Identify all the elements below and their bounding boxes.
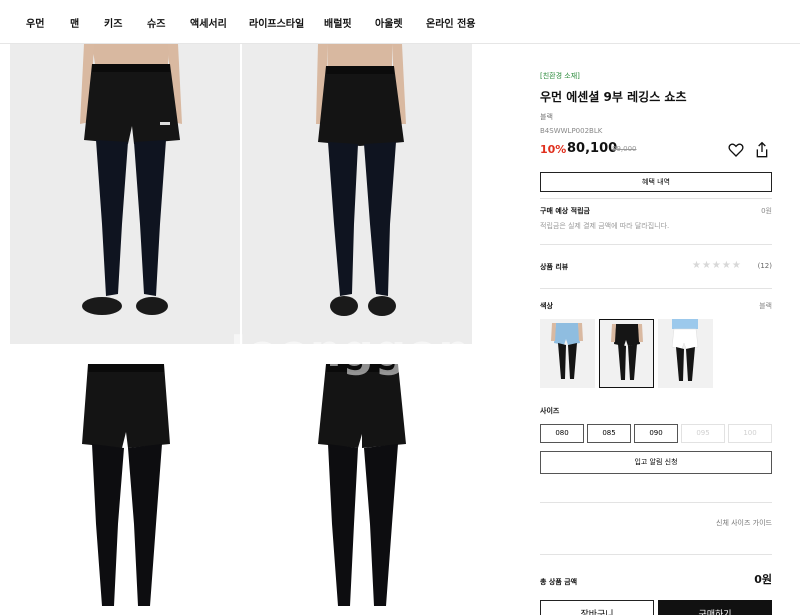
original-price: 89,000: [612, 145, 637, 153]
size-label: 사이즈: [540, 407, 560, 415]
product-color-name: 블랙: [540, 113, 553, 121]
top-navigation: 우먼 맨 키즈 슈즈 액세서리 라이프스타일 배럴핏 아울렛 온라인 전용: [0, 0, 800, 44]
color-swatch-black[interactable]: [599, 319, 654, 388]
buy-now-button[interactable]: 구매하기: [658, 600, 772, 615]
nav-item-barrelfit[interactable]: 배럴핏: [324, 15, 352, 30]
product-sku: B4SWWLP002BLK: [540, 127, 603, 135]
nav-item-online-only[interactable]: 온라인 전용: [426, 15, 475, 30]
color-selected-value: 블랙: [759, 302, 772, 310]
points-title: 구매 예상 적립금: [540, 207, 590, 215]
share-icon[interactable]: [754, 141, 770, 159]
points-description: 적립금은 실제 결제 금액에 따라 달라집니다.: [540, 222, 670, 230]
product-title: 우먼 에센셜 9부 레깅스 쇼츠: [540, 90, 687, 104]
product-image-back-flat[interactable]: [242, 344, 472, 615]
size-option-100: 100: [728, 424, 772, 443]
size-option-090[interactable]: 090: [634, 424, 678, 443]
benefit-details-button[interactable]: 혜택 내역: [540, 172, 772, 192]
eco-badge: [친환경 소재]: [540, 72, 580, 80]
product-image-front-model[interactable]: [10, 44, 240, 344]
size-option-095: 095: [681, 424, 725, 443]
sale-price: 80,100: [567, 141, 618, 156]
size-option-080[interactable]: 080: [540, 424, 584, 443]
divider: [540, 502, 772, 503]
add-to-cart-button[interactable]: 장바구니: [540, 600, 654, 615]
divider: [540, 198, 772, 199]
divider: [540, 554, 772, 555]
divider: [540, 288, 772, 289]
nav-item-accessories[interactable]: 액세서리: [190, 15, 227, 30]
reviews-title[interactable]: 상품 리뷰: [540, 262, 568, 272]
color-label: 색상: [540, 302, 553, 310]
size-option-085[interactable]: 085: [587, 424, 631, 443]
product-gallery: Joonggona: [10, 44, 500, 615]
star-rating: ★★★★★: [692, 260, 742, 271]
product-image-front-flat[interactable]: [10, 344, 240, 615]
heart-icon[interactable]: [728, 142, 744, 158]
total-amount-label: 총 상품 금액: [540, 578, 578, 586]
divider: [540, 244, 772, 245]
nav-item-kids[interactable]: 키즈: [104, 15, 122, 30]
nav-item-men[interactable]: 맨: [70, 15, 79, 30]
nav-item-women[interactable]: 우먼: [26, 15, 44, 30]
restock-notify-button[interactable]: 입고 알림 신청: [540, 451, 772, 474]
size-guide-link[interactable]: 신체 사이즈 가이드: [716, 518, 772, 528]
points-value: 0원: [761, 207, 772, 215]
nav-item-shoes[interactable]: 슈즈: [147, 15, 165, 30]
color-swatch-white[interactable]: [658, 319, 713, 388]
review-count[interactable]: (12): [758, 262, 772, 270]
product-image-back-model[interactable]: [242, 44, 472, 344]
total-amount-value: 0원: [754, 573, 772, 586]
nav-item-outlet[interactable]: 아울렛: [375, 15, 403, 30]
discount-rate: 10%: [540, 143, 567, 156]
nav-item-lifestyle[interactable]: 라이프스타일: [249, 15, 304, 30]
color-swatch-light-blue[interactable]: [540, 319, 595, 388]
